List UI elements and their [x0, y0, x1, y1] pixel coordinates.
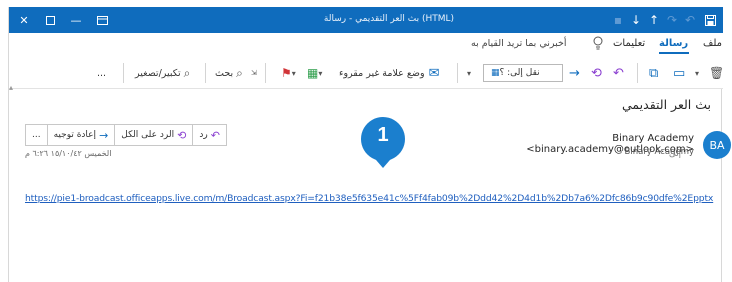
message-actions: ... إعادة توجيه → الرد على الكل ⟲ رد ↶: [25, 124, 227, 146]
forward-arrow-icon: →: [99, 128, 109, 142]
window-title: بث العر التقديمي - رسالة (HTML): [323, 14, 455, 24]
reply-all-arrow-icon: ⟲: [177, 128, 187, 142]
broadcast-link[interactable]: https://pie1-broadcast.officeapps.live.c…: [25, 193, 713, 204]
up-arrow-icon[interactable]: ↑: [645, 7, 663, 33]
zoom-icon: ⌕: [183, 65, 191, 80]
close-icon[interactable]: ✕: [13, 7, 35, 33]
tell-me-box[interactable]: أخبرني بما تريد القيام به: [471, 38, 567, 49]
title-bar: ✕ — بث العر التقديمي - رسالة (HTML) ▪ ↓ …: [9, 7, 723, 33]
separator: [205, 63, 206, 83]
reply-arrow-icon: ↶: [210, 128, 220, 142]
avatar[interactable]: BA: [703, 131, 731, 159]
message-date: الخميس ١٥/١٠/٤٢ ٦:٢٦ م: [25, 149, 112, 158]
save-icon[interactable]: [701, 7, 719, 33]
delete-icon[interactable]: 🗑: [709, 64, 724, 82]
message-subject: بث العر التقديمي: [622, 97, 711, 112]
forward-button[interactable]: إعادة توجيه →: [46, 125, 115, 145]
restore-icon[interactable]: [39, 7, 61, 33]
mark-unread-button[interactable]: وضع علامة غير مقروء ✉: [339, 64, 439, 82]
reply-button[interactable]: رد ↶: [192, 125, 226, 145]
zoom-label: تكبير/تصغير: [135, 67, 181, 79]
move-to-label: نقل إلى: ؟: [499, 68, 540, 78]
reply-all-icon[interactable]: ⟲: [591, 64, 602, 82]
separator: [457, 63, 458, 83]
to-label: إلى: [669, 149, 682, 159]
search-icon: ⌕: [236, 65, 243, 80]
forward-label: إعادة توجيه: [53, 130, 97, 140]
separator: [265, 63, 266, 83]
move-icon[interactable]: ⧉: [649, 64, 658, 82]
tab-message[interactable]: رسالة: [659, 38, 688, 49]
collapse-ribbon-icon[interactable]: ▴: [9, 83, 13, 92]
reply-all-button[interactable]: الرد على الكل ⟲: [114, 125, 192, 145]
search-label: بحث: [215, 67, 234, 79]
move-to-box[interactable]: ▦ نقل إلى: ؟: [483, 64, 563, 82]
reply-icon[interactable]: ↶: [613, 64, 624, 82]
group-launcher-icon[interactable]: ⇲: [251, 64, 257, 82]
search-button[interactable]: بحث ⌕: [215, 64, 243, 82]
outlook-message-window: ✕ — بث العر التقديمي - رسالة (HTML) ▪ ↓ …: [8, 7, 731, 282]
callout-number: 1: [377, 124, 389, 146]
active-tab-indicator: [659, 52, 689, 54]
envelope-icon: ✉: [428, 65, 440, 81]
ribbon-display-icon[interactable]: [91, 7, 113, 33]
down-arrow-icon[interactable]: ↓: [627, 7, 645, 33]
forward-icon[interactable]: →: [569, 64, 580, 82]
dropdown-icon[interactable]: ▾: [695, 64, 699, 82]
customize-icon[interactable]: ▪: [609, 7, 627, 33]
more-actions-button[interactable]: ...: [26, 125, 47, 145]
zoom-button[interactable]: تكبير/تصغير ⌕: [135, 64, 190, 82]
archive-icon[interactable]: ▭: [673, 64, 685, 82]
separator: [637, 63, 638, 83]
mark-unread-label: وضع علامة غير مقروء: [339, 67, 425, 79]
reply-all-label: الرد على الكل: [121, 130, 175, 140]
more-ribbon-button[interactable]: ...: [97, 64, 106, 82]
redo-icon[interactable]: ↷: [663, 7, 681, 33]
minimize-icon[interactable]: —: [65, 7, 87, 33]
tab-help[interactable]: تعليمات: [613, 38, 645, 49]
flag-icon[interactable]: ⚑ ▾: [281, 64, 296, 82]
callout-badge: 1: [356, 115, 410, 169]
ribbon-toolbar: 🗑 ▾ ▭ ⧉ ↶ ⟲ → ▦ نقل إلى: ؟ ▾ وضع علامة غ…: [9, 55, 724, 89]
separator: [123, 63, 124, 83]
quick-steps-dropdown[interactable]: ▾: [467, 64, 471, 82]
ribbon-tabs: ملف رسالة تعليمات أخبرني بما تريد القيام…: [9, 33, 723, 55]
reply-label: رد: [199, 130, 208, 140]
lightbulb-icon: [593, 36, 603, 50]
undo-icon[interactable]: ↶: [681, 7, 699, 33]
tab-file[interactable]: ملف: [703, 38, 722, 49]
categorize-icon[interactable]: ▦ ▾: [307, 64, 322, 82]
